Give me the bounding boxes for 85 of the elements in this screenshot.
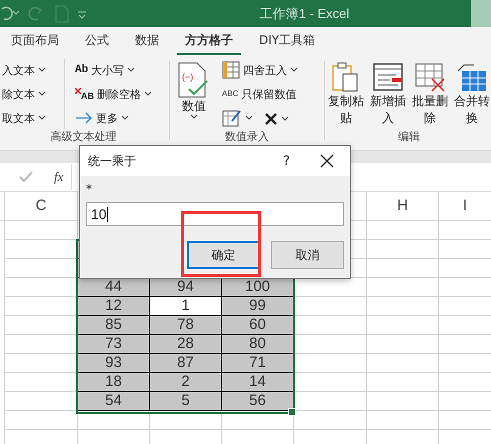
- ribbon-menu-button[interactable]: Ab 大小写: [73, 59, 154, 81]
- table-cell: 71: [222, 354, 294, 373]
- help-button[interactable]: ?: [283, 154, 290, 168]
- enter-check-icon[interactable]: [18, 170, 34, 184]
- table-cell: 100: [222, 278, 294, 297]
- table-cell: 44: [78, 278, 150, 297]
- document-icon[interactable]: [54, 4, 70, 22]
- table-cell: 28: [150, 335, 222, 354]
- table-cell: 99: [222, 297, 294, 316]
- table-cell: [367, 354, 439, 373]
- table-cell: [367, 316, 439, 335]
- ribbon-large-button[interactable]: 新增插入: [369, 59, 407, 129]
- caret-icon: [121, 115, 129, 121]
- caret-icon: [38, 115, 46, 121]
- fill-handle[interactable]: [288, 408, 296, 416]
- table-cell: 12: [78, 297, 150, 316]
- ribbon-tab[interactable]: 数据: [127, 27, 167, 55]
- field-label: *: [86, 182, 93, 198]
- table-cell: 18: [78, 373, 150, 392]
- table-cell: [367, 259, 439, 278]
- form-icon: [372, 61, 404, 93]
- ribbon-large-button[interactable]: 合并转换: [453, 59, 491, 129]
- table-cell: [367, 411, 439, 430]
- table-cell: [367, 392, 439, 411]
- window-title: 工作簿1 - Excel: [258, 4, 350, 22]
- group-label: 编辑: [397, 129, 421, 145]
- table-cell: 56: [222, 392, 294, 411]
- ribbon-menu-button[interactable]: 除文本: [0, 83, 64, 105]
- column-header[interactable]: I: [439, 192, 491, 220]
- table-cell: 5: [150, 392, 222, 411]
- table-cell: 93: [78, 354, 150, 373]
- table-cell: [78, 411, 150, 430]
- table-cell: 78: [150, 316, 222, 335]
- table-cell: [367, 278, 439, 297]
- table-cell: 1: [150, 297, 222, 316]
- table-cell: 94: [150, 278, 222, 297]
- value-button[interactable]: (−) 数值: [172, 59, 216, 129]
- text-abc-icon: ABC: [222, 90, 238, 98]
- table-cell: 2: [150, 373, 222, 392]
- table-cell: [367, 373, 439, 392]
- caret-icon: [190, 114, 198, 120]
- table-cell: [367, 335, 439, 354]
- table-cell: [367, 297, 439, 316]
- table-cell: 14: [222, 373, 294, 392]
- caret-icon: [144, 91, 152, 97]
- ribbon-large-button[interactable]: 复制粘贴: [327, 59, 365, 129]
- table-cell: 87: [150, 354, 222, 373]
- ribbon-menu-button[interactable]: 入文本: [0, 59, 64, 81]
- table-pen-icon: [222, 109, 242, 127]
- caret-icon: [38, 67, 46, 73]
- table-cell: [367, 240, 439, 259]
- table-cell: [150, 411, 222, 430]
- column-header[interactable]: C: [5, 192, 78, 220]
- ribbon-menu-button[interactable]: ABC 只保留数值: [220, 83, 298, 105]
- ribbon-large-button[interactable]: 批量删除: [411, 59, 449, 129]
- grid-cross-icon: [414, 61, 446, 93]
- caret-icon: [38, 91, 46, 97]
- table-icon: [222, 61, 240, 79]
- arrow-right-icon: [75, 111, 93, 125]
- group-label: 数值录入: [224, 129, 270, 145]
- letters-icon: Ab: [75, 64, 88, 76]
- close-icon[interactable]: [320, 154, 334, 168]
- table-cell: 73: [78, 335, 150, 354]
- undo-icon[interactable]: [0, 4, 20, 22]
- table-cell: 80: [222, 335, 294, 354]
- group-label: 高级文本处理: [50, 129, 118, 145]
- input-field[interactable]: 10: [86, 202, 344, 226]
- ribbon-menu-button[interactable]: AB 删除空格: [73, 83, 154, 105]
- cancel-button[interactable]: 取消: [271, 241, 344, 269]
- table-cell: 85: [78, 316, 150, 335]
- ribbon-menu-button[interactable]: 取文本: [0, 107, 64, 129]
- table-cell: 54: [78, 392, 150, 411]
- caret-icon: [281, 116, 289, 122]
- ribbon-tab[interactable]: 页面布局: [3, 27, 67, 55]
- ribbon-menu-button[interactable]: 四舍五入: [220, 59, 300, 81]
- caret-icon: [127, 67, 136, 73]
- table-cell: 60: [222, 316, 294, 335]
- insert-function-button[interactable]: fx: [54, 169, 64, 185]
- confirm-button[interactable]: 确定: [187, 241, 260, 269]
- column-header[interactable]: H: [367, 192, 439, 220]
- tools-icon: [264, 112, 278, 126]
- ribbon-tab[interactable]: 公式: [77, 27, 117, 55]
- dialog-title: 统一乘于: [88, 152, 137, 170]
- ribbon-tab[interactable]: DIY工具箱: [251, 27, 324, 55]
- ribbon-menu-button[interactable]: 更多: [73, 107, 154, 129]
